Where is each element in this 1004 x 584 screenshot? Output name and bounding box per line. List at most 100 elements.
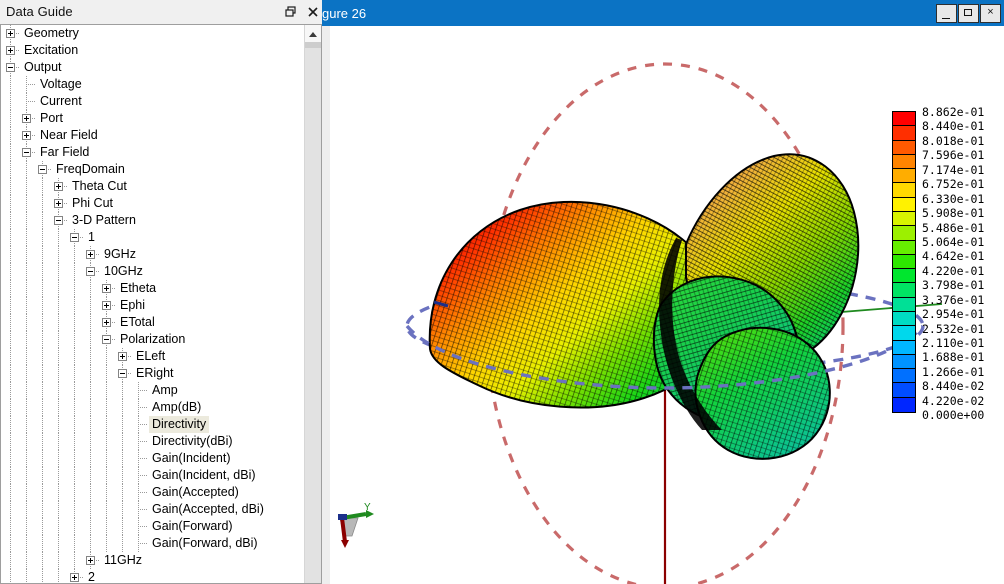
tree-item-freqdomain[interactable]: FreqDomain: [1, 161, 304, 178]
tree-item-theta-cut[interactable]: Theta Cut: [1, 178, 304, 195]
tree-scrollbar[interactable]: [304, 25, 321, 583]
tree-item-port[interactable]: Port: [1, 110, 304, 127]
tree-item-gain-forward-dbi[interactable]: Gain(Forward, dBi): [1, 535, 304, 552]
tree-item-label: Gain(Accepted): [149, 484, 242, 501]
expand-icon[interactable]: [22, 131, 31, 140]
collapse-icon[interactable]: [102, 335, 111, 344]
tree-guide-line: [26, 433, 27, 450]
tree-item-eright[interactable]: ERight: [1, 365, 304, 382]
expand-icon[interactable]: [86, 250, 95, 259]
collapse-icon[interactable]: [6, 63, 15, 72]
axis-label-y: Y: [364, 502, 371, 513]
tree-guide-line: [90, 297, 91, 314]
tree-item-far-field[interactable]: Far Field: [1, 144, 304, 161]
tree-guide-line: [138, 416, 139, 433]
figure-body: 8.862e-018.440e-018.018e-017.596e-017.17…: [322, 26, 1004, 584]
tree-item-ephi[interactable]: Ephi: [1, 297, 304, 314]
tree-item-near-field[interactable]: Near Field: [1, 127, 304, 144]
tree-item-11ghz[interactable]: 11GHz: [1, 552, 304, 569]
tree-item-gain-forward[interactable]: Gain(Forward): [1, 518, 304, 535]
tree-item-phi-cut[interactable]: Phi Cut: [1, 195, 304, 212]
tree-guide-line: [10, 212, 11, 229]
tree-guide-line: [74, 331, 75, 348]
expand-icon[interactable]: [6, 46, 15, 55]
tree-guide-line: [26, 297, 27, 314]
tree-guide-line: [138, 390, 148, 391]
tree-guide-line: [10, 314, 11, 331]
expand-icon[interactable]: [102, 284, 111, 293]
collapse-icon[interactable]: [86, 267, 95, 276]
tree-guide-line: [58, 382, 59, 399]
tree-item-3-d-pattern[interactable]: 3-D Pattern: [1, 212, 304, 229]
tree-item-label: 10GHz: [101, 263, 146, 280]
tree-item-label: Theta Cut: [69, 178, 130, 195]
collapse-icon[interactable]: [70, 233, 79, 242]
tree-item-gain-incident[interactable]: Gain(Incident): [1, 450, 304, 467]
expand-icon[interactable]: [6, 29, 15, 38]
pattern-3d-canvas[interactable]: 8.862e-018.440e-018.018e-017.596e-017.17…: [330, 26, 1004, 584]
expand-icon[interactable]: [118, 352, 127, 361]
tree-item-amp-db[interactable]: Amp(dB): [1, 399, 304, 416]
close-button[interactable]: ×: [980, 4, 1001, 23]
tree-item-voltage[interactable]: Voltage: [1, 76, 304, 93]
figure-titlebar[interactable]: gure 26 ×: [322, 0, 1004, 26]
tree-item-directivity-dbi[interactable]: Directivity(dBi): [1, 433, 304, 450]
tree-item-9ghz[interactable]: 9GHz: [1, 246, 304, 263]
tree-guide-line: [10, 365, 11, 382]
tree-item-amp[interactable]: Amp: [1, 382, 304, 399]
scrollbar-track[interactable]: [305, 48, 321, 583]
tree-item-2[interactable]: 2: [1, 569, 304, 583]
tree-item-etheta[interactable]: Etheta: [1, 280, 304, 297]
legend-tick-label: 7.174e-01: [922, 163, 1002, 177]
expand-icon[interactable]: [54, 199, 63, 208]
tree-item-current[interactable]: Current: [1, 93, 304, 110]
collapse-icon[interactable]: [38, 165, 47, 174]
expand-icon[interactable]: [70, 573, 79, 582]
tree-item-etotal[interactable]: ETotal: [1, 314, 304, 331]
tree-guide-line: [90, 382, 91, 399]
maximize-button[interactable]: [958, 4, 979, 23]
tree-guide-line: [10, 484, 11, 501]
tree-guide-line: [58, 416, 59, 433]
tree-item-gain-accepted[interactable]: Gain(Accepted): [1, 484, 304, 501]
data-guide-tree-container: GeometryExcitationOutputVoltageCurrentPo…: [0, 24, 322, 584]
tree-item-polarization[interactable]: Polarization: [1, 331, 304, 348]
expand-icon[interactable]: [102, 318, 111, 327]
tree-item-geometry[interactable]: Geometry: [1, 25, 304, 42]
tree-guide-line: [10, 263, 11, 280]
tree-guide-line: [138, 484, 139, 501]
tree-guide-line: [42, 433, 43, 450]
expand-icon[interactable]: [22, 114, 31, 123]
tree-item-eleft[interactable]: ELeft: [1, 348, 304, 365]
tree-guide-line: [74, 365, 75, 382]
tree-guide-line: [26, 518, 27, 535]
tree-guide-line: [74, 399, 75, 416]
tree-item-gain-incident-dbi[interactable]: Gain(Incident, dBi): [1, 467, 304, 484]
tree-guide-line: [106, 450, 107, 467]
tree-guide-line: [42, 552, 43, 569]
expand-icon[interactable]: [54, 182, 63, 191]
tree-item-label: Gain(Accepted, dBi): [149, 501, 267, 518]
tree-guide-line: [10, 569, 11, 583]
tree-item-1[interactable]: 1: [1, 229, 304, 246]
collapse-icon[interactable]: [54, 216, 63, 225]
tree-item-gain-accepted-dbi[interactable]: Gain(Accepted, dBi): [1, 501, 304, 518]
expand-icon[interactable]: [102, 301, 111, 310]
tree-item-label: 3-D Pattern: [69, 212, 139, 229]
collapse-icon[interactable]: [118, 369, 127, 378]
tree-guide-line: [42, 450, 43, 467]
tree-item-label: 2: [85, 569, 98, 583]
tree-guide-line: [26, 535, 27, 552]
tree-item-excitation[interactable]: Excitation: [1, 42, 304, 59]
tree-item-directivity[interactable]: Directivity: [1, 416, 304, 433]
data-guide-tree[interactable]: GeometryExcitationOutputVoltageCurrentPo…: [1, 25, 304, 583]
tree-guide-line: [90, 348, 91, 365]
tree-item-10ghz[interactable]: 10GHz: [1, 263, 304, 280]
float-icon[interactable]: [283, 4, 299, 20]
tree-item-output[interactable]: Output: [1, 59, 304, 76]
expand-icon[interactable]: [86, 556, 95, 565]
scroll-up-icon[interactable]: [305, 25, 321, 42]
minimize-button[interactable]: [936, 4, 957, 23]
close-icon[interactable]: [305, 4, 321, 20]
collapse-icon[interactable]: [22, 148, 31, 157]
